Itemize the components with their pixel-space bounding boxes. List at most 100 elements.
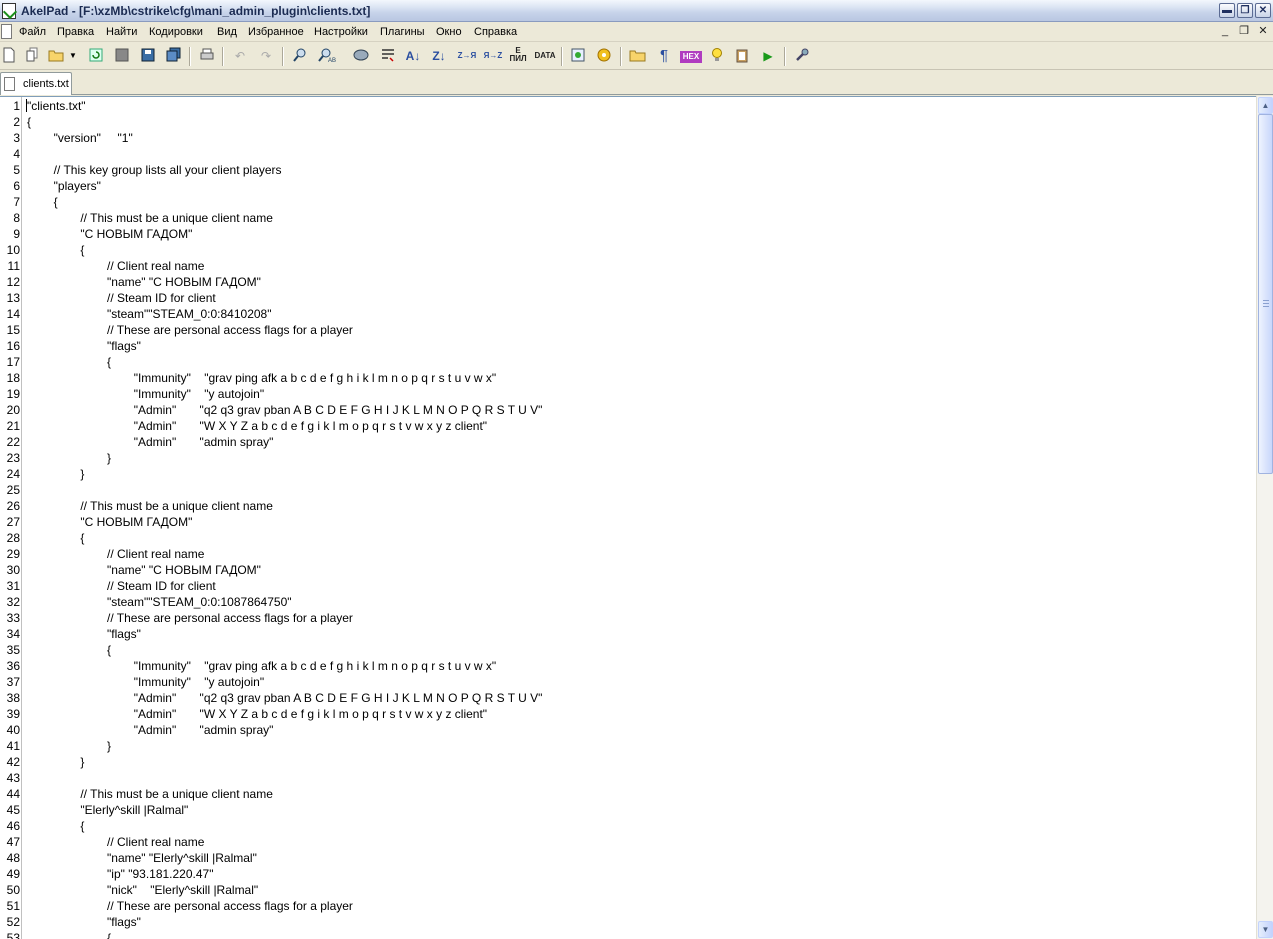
find-icon[interactable] [291, 47, 309, 65]
code-line[interactable]: 18 "Immunity" "grav ping afk a b c d e f… [0, 370, 1256, 386]
code-line[interactable]: 14 "steam""STEAM_0:0:8410208" [0, 306, 1256, 322]
code-line[interactable]: 7 { [0, 194, 1256, 210]
print-icon[interactable] [198, 47, 216, 65]
code-line[interactable]: 23 } [0, 450, 1256, 466]
code-line[interactable]: 29 // Client real name [0, 546, 1256, 562]
code-line[interactable]: 53 { [0, 930, 1256, 939]
code-line[interactable]: 33 // These are personal access flags fo… [0, 610, 1256, 626]
find-replace-icon[interactable]: ABC [318, 47, 341, 65]
code-line[interactable]: 44 // This must be a unique client name [0, 786, 1256, 802]
explorer-icon[interactable] [629, 47, 647, 65]
code-line[interactable]: 20 "Admin" "q2 q3 grav pban A B C D E F … [0, 402, 1256, 418]
uppercase-icon[interactable]: Z→Я [455, 47, 479, 65]
code-line[interactable]: 12 "name" "С НОВЫМ ГАДОМ" [0, 274, 1256, 290]
code-line[interactable]: 8 // This must be a unique client name [0, 210, 1256, 226]
code-line[interactable]: 30 "name" "С НОВЫМ ГАДОМ" [0, 562, 1256, 578]
code-line[interactable]: 28 { [0, 530, 1256, 546]
code-line[interactable]: 21 "Admin" "W X Y Z a b c d e f g i k l … [0, 418, 1256, 434]
clipboard-icon[interactable] [733, 47, 751, 65]
maximize-button[interactable]: ❐ [1237, 3, 1253, 18]
new-window-icon[interactable] [24, 47, 42, 65]
code-line[interactable]: 37 "Immunity" "y autojoin" [0, 674, 1256, 690]
tools-wrench-icon[interactable] [793, 47, 811, 65]
data-icon[interactable]: DATA [533, 47, 557, 65]
word-wrap-icon[interactable] [379, 47, 397, 65]
code-line[interactable]: 16 "flags" [0, 338, 1256, 354]
code-line[interactable]: 52 "flags" [0, 914, 1256, 930]
hex-icon[interactable]: HEX [680, 51, 702, 63]
vertical-scrollbar[interactable]: ▲ ▼ [1256, 96, 1273, 939]
code-line[interactable]: 5 // This key group lists all your clien… [0, 162, 1256, 178]
code-line[interactable]: 22 "Admin" "admin spray" [0, 434, 1256, 450]
sort-ascending-icon[interactable]: A↓ [404, 47, 422, 65]
code-line[interactable]: 9 "С НОВЫМ ГАДОМ" [0, 226, 1256, 242]
undo-icon[interactable]: ↶ [231, 47, 249, 65]
code-line[interactable]: 47 // Client real name [0, 834, 1256, 850]
code-line[interactable]: 46 { [0, 818, 1256, 834]
scroll-up-button[interactable]: ▲ [1258, 97, 1273, 114]
code-line[interactable]: 4 [0, 146, 1256, 162]
menu-favorites[interactable]: Избранное [248, 26, 304, 38]
editor-area[interactable]: 1 "clients.txt" 2{3 "version" "1" 4 5 // Thi… [0, 96, 1256, 939]
code-line[interactable]: 50 "nick" "Elerly^skill |Ralmal" [0, 882, 1256, 898]
menu-help[interactable]: Справка [474, 26, 517, 38]
code-line[interactable]: 24 } [0, 466, 1256, 482]
code-line[interactable]: 2{ [0, 114, 1256, 130]
doc-restore-button[interactable]: ❐ [1237, 25, 1251, 39]
transliterate-icon[interactable]: Е ПИЛ [507, 47, 529, 65]
code-line[interactable]: 19 "Immunity" "y autojoin" [0, 386, 1256, 402]
code-line[interactable]: 6 "players" [0, 178, 1256, 194]
code-line[interactable]: 40 "Admin" "admin spray" [0, 722, 1256, 738]
code-line[interactable]: 42 } [0, 754, 1256, 770]
code-line[interactable]: 34 "flags" [0, 626, 1256, 642]
new-file-icon[interactable] [0, 47, 18, 65]
tab-clients-txt[interactable]: clients.txt [0, 72, 72, 95]
menu-plugins[interactable]: Плагины [380, 26, 425, 38]
scroll-thumb[interactable] [1258, 114, 1273, 474]
code-line[interactable]: 51 // These are personal access flags fo… [0, 898, 1256, 914]
document-icon[interactable] [1, 24, 12, 39]
code-line[interactable]: 26 // This must be a unique client name [0, 498, 1256, 514]
code-line[interactable]: 11 // Client real name [0, 258, 1256, 274]
code-line[interactable]: 1 "clients.txt" [0, 98, 1256, 114]
code-line[interactable]: 36 "Immunity" "grav ping afk a b c d e f… [0, 658, 1256, 674]
open-file-icon[interactable] [48, 47, 66, 65]
code-line[interactable]: 39 "Admin" "W X Y Z a b c d e f g i k l … [0, 706, 1256, 722]
redo-icon[interactable]: ↷ [257, 47, 275, 65]
scroll-down-button[interactable]: ▼ [1258, 921, 1273, 938]
title-bar[interactable]: AkelPad - [F:\xzMb\cstrike\cfg\mani_admi… [0, 0, 1273, 22]
menu-find[interactable]: Найти [106, 26, 137, 38]
reopen-file-icon[interactable] [87, 47, 105, 65]
minimize-button[interactable]: ▬ [1219, 3, 1235, 18]
save-icon[interactable] [113, 47, 131, 65]
code-line[interactable]: 10 { [0, 242, 1256, 258]
lowercase-icon[interactable]: Я→Z [481, 47, 505, 65]
menu-window[interactable]: Окно [436, 26, 462, 38]
code-line[interactable]: 38 "Admin" "q2 q3 grav pban A B C D E F … [0, 690, 1256, 706]
code-line[interactable]: 27 "С НОВЫМ ГАДОМ" [0, 514, 1256, 530]
code-line[interactable]: 32 "steam""STEAM_0:0:1087864750" [0, 594, 1256, 610]
sort-descending-icon[interactable]: Z↓ [430, 47, 448, 65]
menu-file[interactable]: Файл [19, 26, 46, 38]
hint-lightbulb-icon[interactable] [708, 47, 726, 65]
close-button[interactable]: ✕ [1255, 3, 1271, 18]
save-as-icon[interactable] [139, 47, 157, 65]
code-line[interactable]: 25 [0, 482, 1256, 498]
open-dropdown-icon[interactable]: ▼ [68, 47, 78, 65]
code-line[interactable]: 48 "name" "Elerly^skill |Ralmal" [0, 850, 1256, 866]
doc-minimize-button[interactable]: _ [1218, 25, 1232, 39]
code-line[interactable]: 13 // Steam ID for client [0, 290, 1256, 306]
code-line[interactable]: 15 // These are personal access flags fo… [0, 322, 1256, 338]
show-special-chars-icon[interactable]: ¶ [655, 47, 673, 65]
code-line[interactable]: 41 } [0, 738, 1256, 754]
goto-line-icon[interactable] [352, 47, 370, 65]
code-line[interactable]: 35 { [0, 642, 1256, 658]
settings-gear-icon[interactable] [595, 47, 613, 65]
run-icon[interactable]: ▶ [759, 47, 777, 65]
app-icon[interactable] [2, 3, 16, 19]
code-line[interactable]: 3 "version" "1" [0, 130, 1256, 146]
code-line[interactable]: 17 { [0, 354, 1256, 370]
code-line[interactable]: 49 "ip" "93.181.220.47" [0, 866, 1256, 882]
save-all-icon[interactable] [165, 47, 183, 65]
menu-edit[interactable]: Правка [57, 26, 94, 38]
